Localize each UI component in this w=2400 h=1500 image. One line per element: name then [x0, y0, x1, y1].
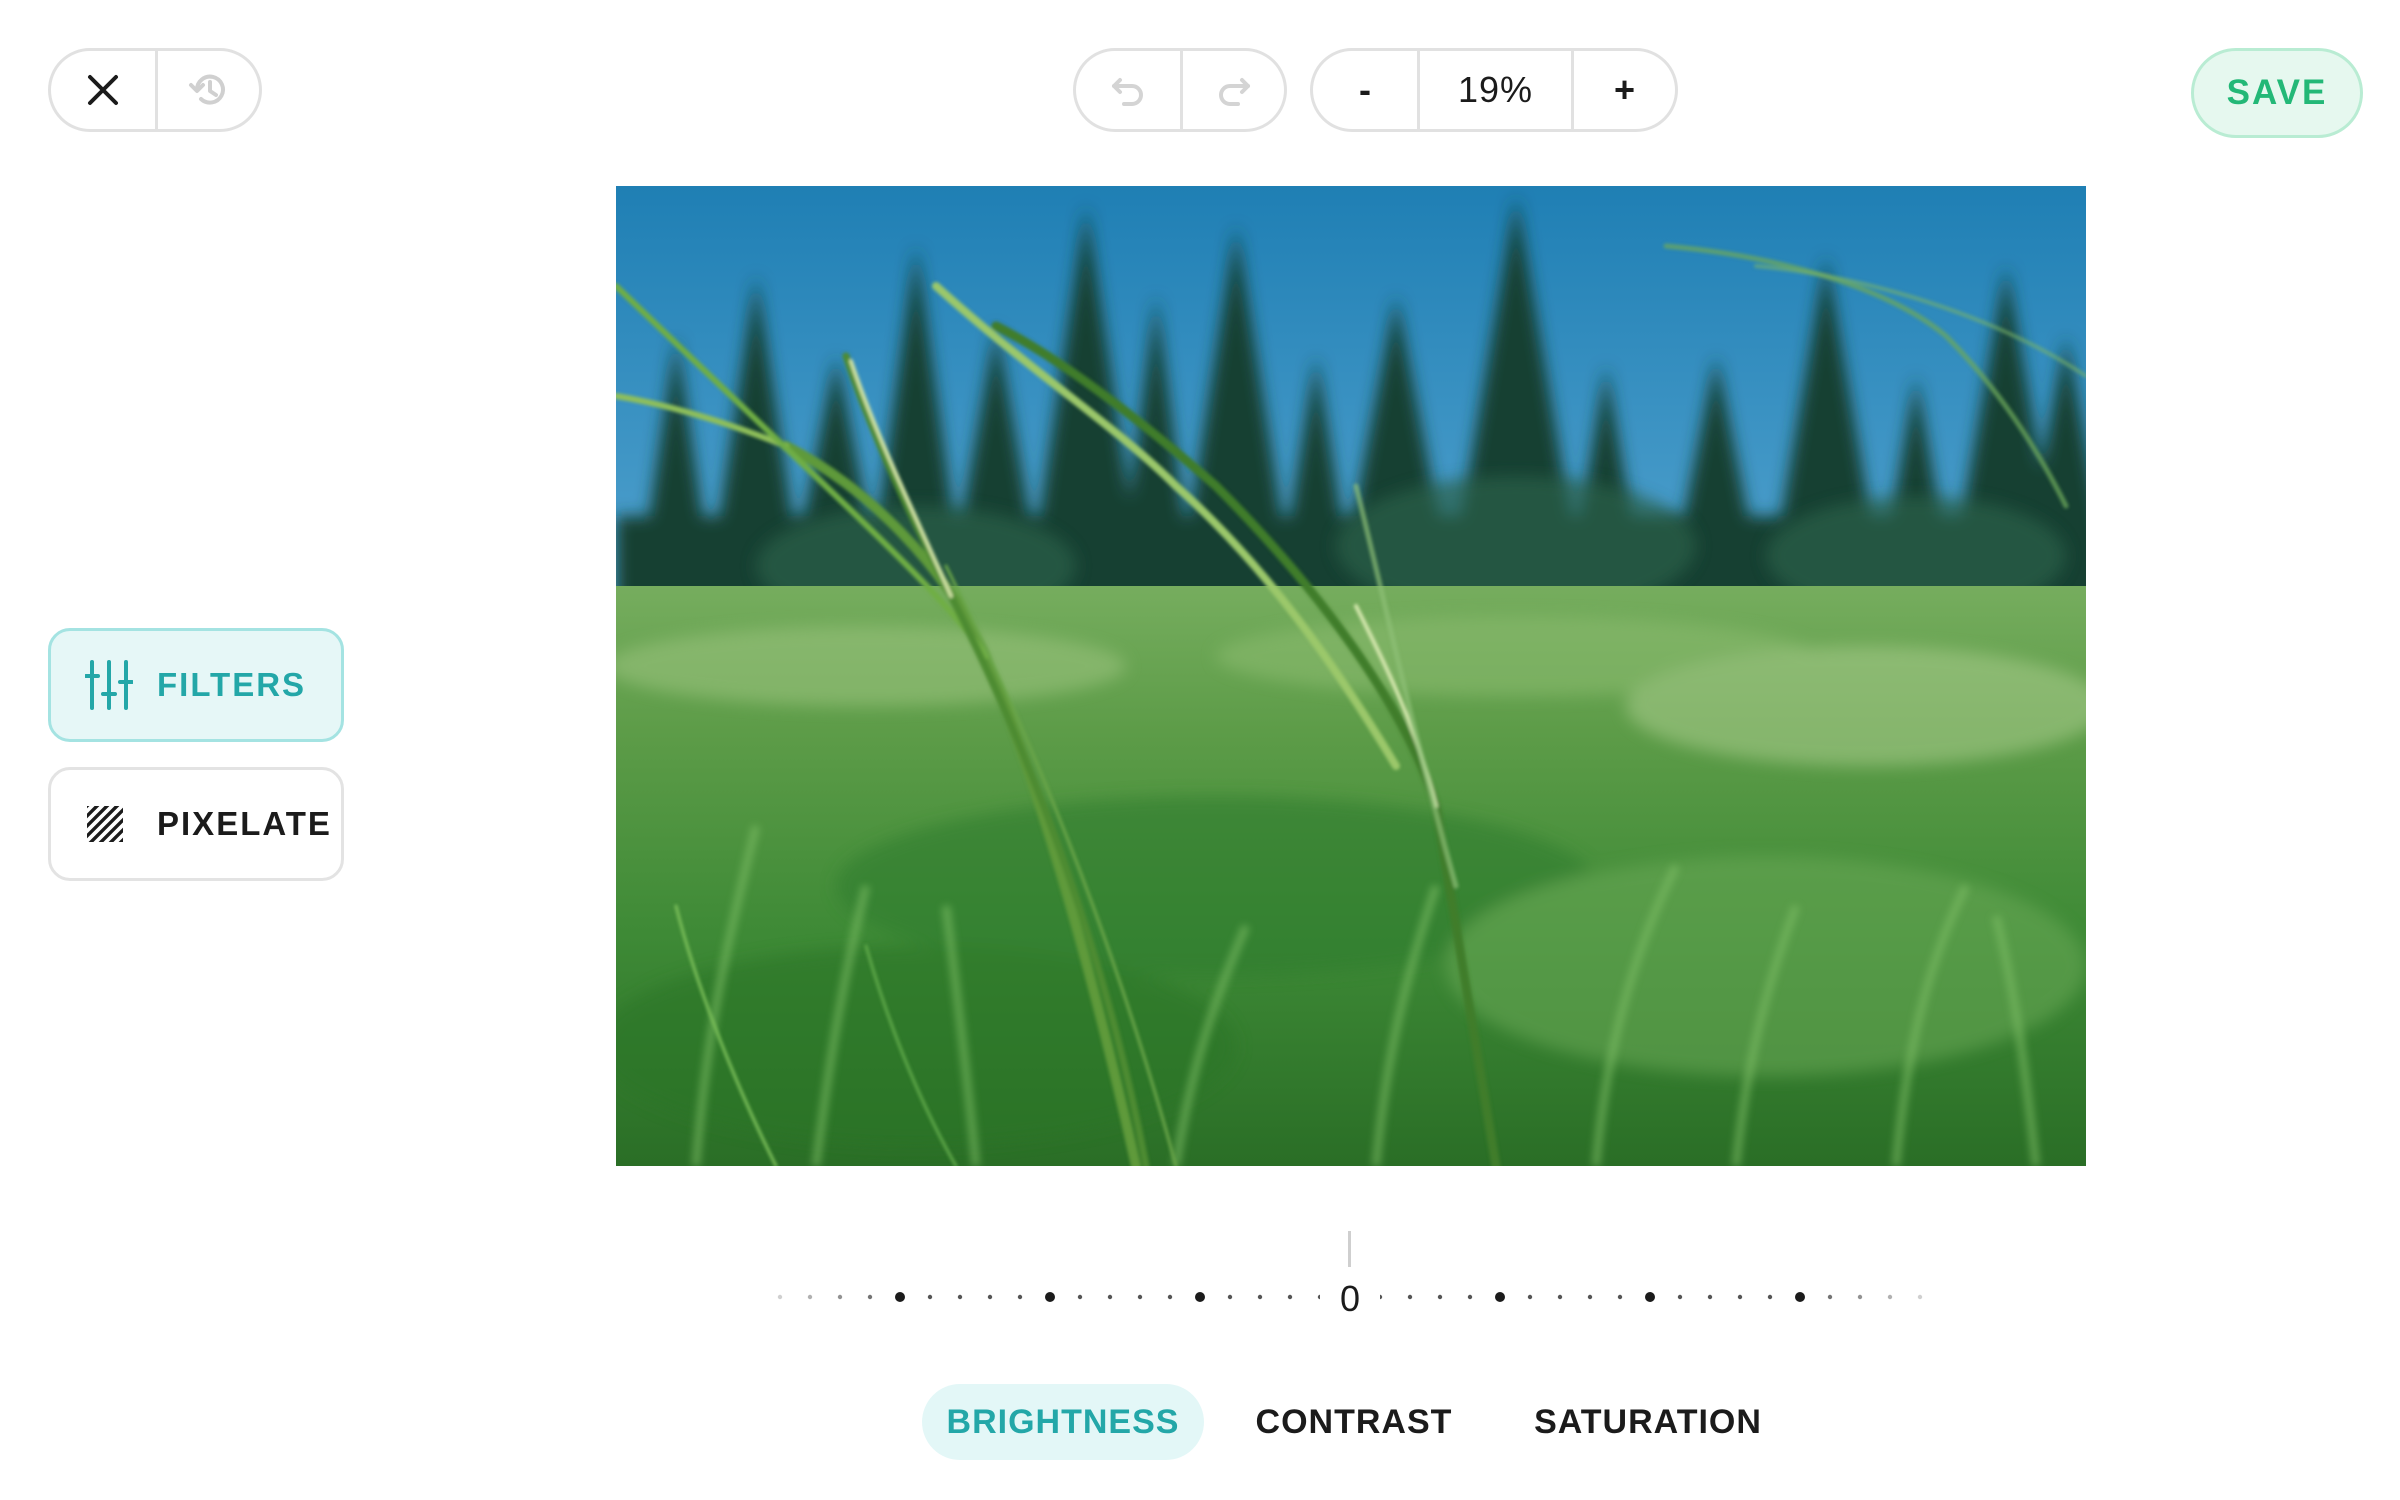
slider-minor-tick: [1107, 1294, 1113, 1300]
slider-minor-tick: [1527, 1294, 1533, 1300]
slider-minor-tick: [1407, 1294, 1413, 1300]
sliders-icon: [85, 660, 135, 710]
slider-minor-tick: [1737, 1294, 1743, 1300]
slider-minor-tick: [1917, 1294, 1923, 1300]
pixelate-icon: [85, 799, 135, 849]
undo-redo-group: [1073, 48, 1287, 132]
zoom-in-button[interactable]: +: [1571, 51, 1675, 129]
slider-minor-tick: [1557, 1294, 1563, 1300]
slider-minor-tick: [1857, 1294, 1863, 1300]
slider-major-tick: [1195, 1292, 1205, 1302]
tab-contrast[interactable]: CONTRAST: [1204, 1384, 1504, 1460]
filters-tool-button[interactable]: FILTERS: [48, 628, 344, 742]
slider-minor-tick: [777, 1294, 783, 1300]
slider-minor-tick: [807, 1294, 813, 1300]
slider-minor-tick: [1827, 1294, 1833, 1300]
slider-minor-tick: [1707, 1294, 1713, 1300]
grass-field-photo: [616, 186, 2086, 1166]
filters-tool-label: FILTERS: [157, 666, 307, 703]
slider-minor-tick: [1767, 1294, 1773, 1300]
tab-saturation[interactable]: SATURATION: [1504, 1384, 1792, 1460]
slider-minor-tick: [1587, 1294, 1593, 1300]
slider-minor-tick: [1437, 1294, 1443, 1300]
slider-minor-tick: [1467, 1294, 1473, 1300]
zoom-group: - 19% +: [1310, 48, 1678, 132]
pixelate-tool-label: PIXELATE: [157, 805, 332, 842]
slider-major-tick: [1795, 1292, 1805, 1302]
redo-icon: [1218, 78, 1250, 106]
slider-minor-tick: [1077, 1294, 1083, 1300]
slider-minor-tick: [1257, 1294, 1263, 1300]
slider-minor-tick: [867, 1294, 873, 1300]
close-icon: [88, 75, 118, 105]
slider-minor-tick: [1887, 1294, 1893, 1300]
history-button[interactable]: [155, 51, 259, 129]
undo-button[interactable]: [1076, 51, 1180, 129]
slider-value: 0: [1320, 1278, 1380, 1320]
redo-button[interactable]: [1180, 51, 1284, 129]
slider-minor-tick: [1017, 1294, 1023, 1300]
slider-minor-tick: [1677, 1294, 1683, 1300]
slider-major-tick: [895, 1292, 905, 1302]
zoom-out-button[interactable]: -: [1313, 51, 1417, 129]
slider-minor-tick: [987, 1294, 993, 1300]
slider-minor-tick: [1287, 1294, 1293, 1300]
slider-minor-tick: [837, 1294, 843, 1300]
history-icon: [188, 74, 225, 105]
pixelate-tool-button[interactable]: PIXELATE: [48, 767, 344, 881]
undo-icon: [1112, 78, 1143, 106]
adjustment-slider[interactable]: 0: [760, 1228, 1940, 1320]
close-history-group: [48, 48, 262, 132]
slider-minor-tick: [957, 1294, 963, 1300]
filter-tabs: BRIGHTNESS CONTRAST SATURATION: [922, 1384, 1792, 1460]
tab-brightness[interactable]: BRIGHTNESS: [922, 1384, 1204, 1460]
slider-minor-tick: [1167, 1294, 1173, 1300]
save-button[interactable]: SAVE: [2191, 48, 2363, 138]
slider-major-tick: [1495, 1292, 1505, 1302]
zoom-level: 19%: [1417, 51, 1571, 129]
slider-major-tick: [1645, 1292, 1655, 1302]
slider-minor-tick: [927, 1294, 933, 1300]
image-canvas[interactable]: [616, 186, 2086, 1166]
slider-minor-tick: [1617, 1294, 1623, 1300]
close-button[interactable]: [51, 51, 155, 129]
slider-minor-tick: [1137, 1294, 1143, 1300]
slider-major-tick: [1045, 1292, 1055, 1302]
slider-minor-tick: [1227, 1294, 1233, 1300]
